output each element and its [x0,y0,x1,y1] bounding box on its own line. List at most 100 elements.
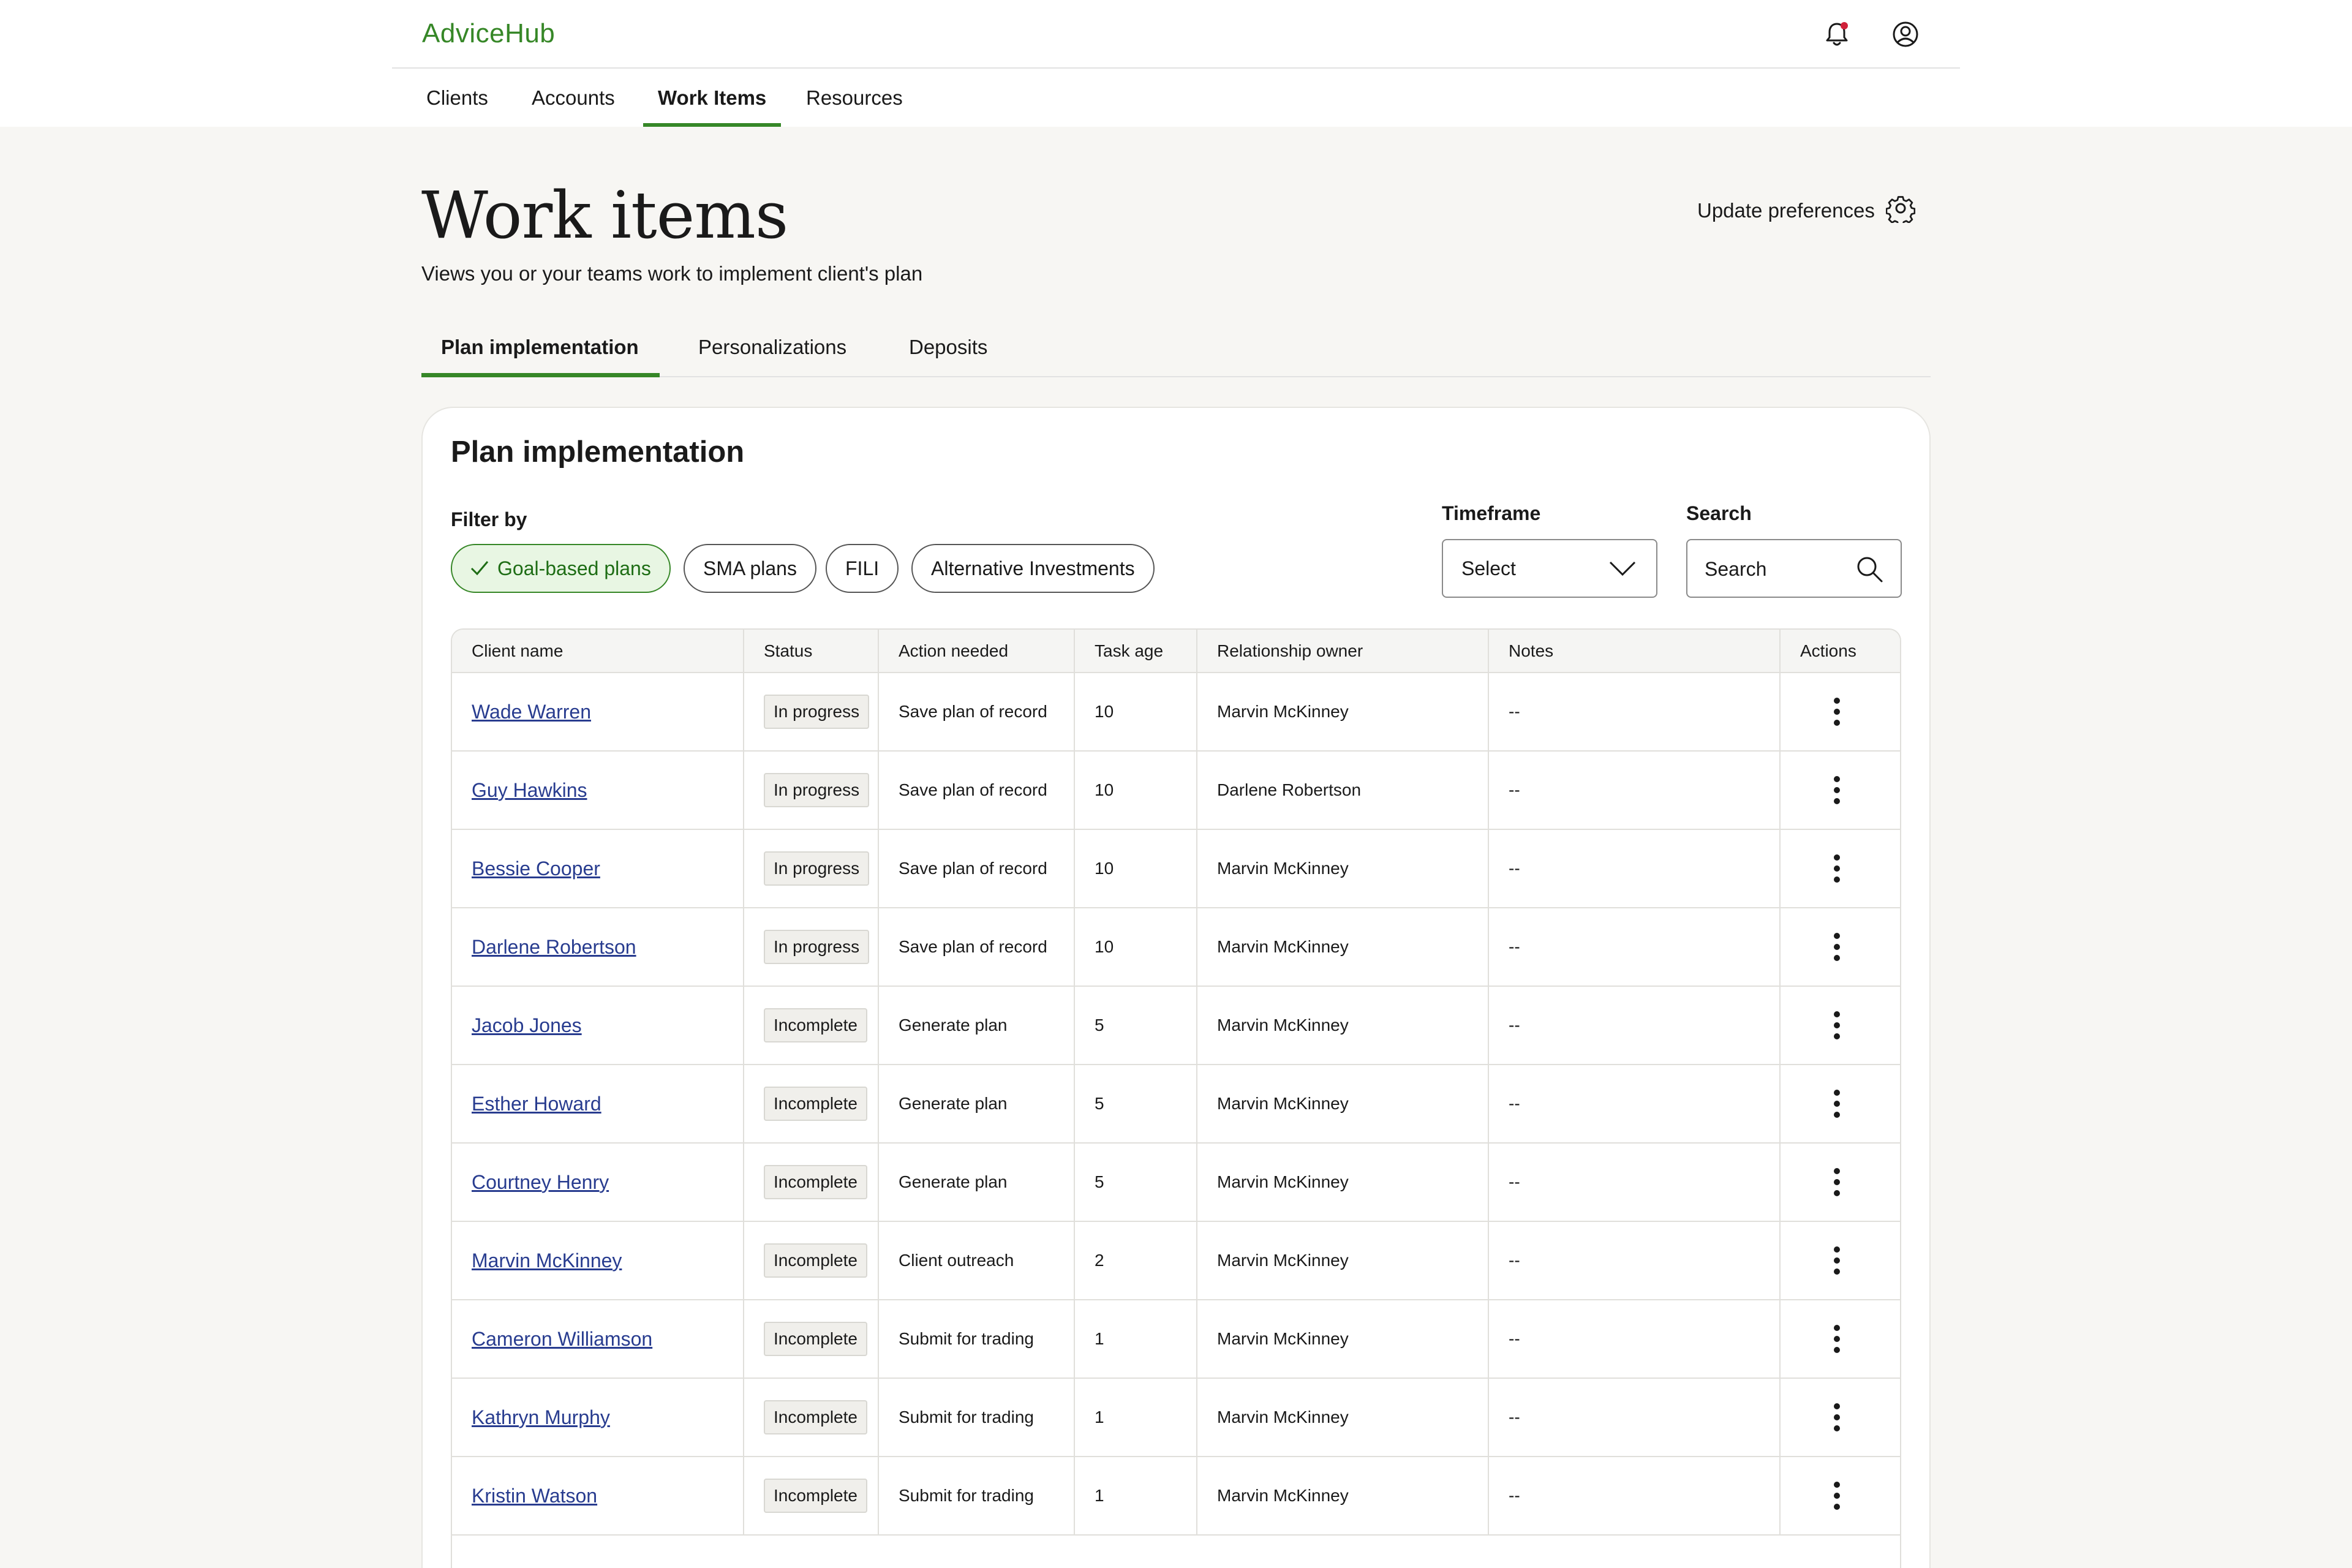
client-name-link[interactable]: Esther Howard [472,1093,601,1115]
checkmark-icon [469,548,490,576]
cell-notes: -- [1488,986,1781,1065]
table-row: Esther Howard Incomplete Generate plan 5 Mar… [452,1065,1900,1144]
client-name-link[interactable]: Jacob Jones [472,1014,582,1036]
cell-action-needed: Submit for trading [878,1378,1075,1457]
client-name-link[interactable]: Kathryn Murphy [472,1406,610,1428]
cell-task-age: 5 [1074,1143,1197,1222]
cell-notes: -- [1488,1143,1781,1222]
cell-status: Incomplete [744,1300,879,1379]
cell-task-age: 10 [1074,829,1197,908]
status-badge: Incomplete [764,1243,867,1278]
tab-personalizations[interactable]: Personalizations [698,325,846,376]
column-header-status[interactable]: Status [744,630,879,673]
tab-plan-implementation[interactable]: Plan implementation [421,325,660,377]
cell-notes: -- [1488,1221,1781,1300]
cell-actions [1780,829,1900,908]
sub-tabs: Plan implementation Personalizations Dep… [421,325,1931,377]
status-badge: Incomplete [764,1400,867,1434]
user-circle-icon[interactable] [1891,20,1920,48]
client-name-link[interactable]: Courtney Henry [472,1171,609,1193]
cell-actions [1780,751,1900,830]
search-icon[interactable] [1855,555,1883,583]
page-title: Work items [421,178,788,253]
chip-alternative-investments[interactable]: Alternative Investments [911,544,1155,593]
column-header-action-needed[interactable]: Action needed [878,630,1075,673]
bell-icon[interactable] [1823,20,1851,48]
chip-goal-based-plans[interactable]: Goal-based plans [451,544,671,593]
nav-accounts[interactable]: Accounts [532,69,615,127]
table-row: Jacob Jones Incomplete Generate plan 5 Marvi… [452,986,1900,1065]
search-label: Search [1686,502,1752,524]
cell-client-name: Darlene Robertson [452,908,744,987]
more-options-icon[interactable] [1825,851,1849,886]
client-name-link[interactable]: Kristin Watson [472,1485,597,1507]
work-items-table: Client name Status Action needed Task ag… [451,628,1901,1568]
more-options-icon[interactable] [1825,695,1849,729]
nav-clients[interactable]: Clients [426,69,488,127]
cell-action-needed: Save plan of record [878,829,1075,908]
cell-notes: -- [1488,1065,1781,1144]
client-name-link[interactable]: Wade Warren [472,701,591,723]
status-badge: In progress [764,695,870,729]
column-header-client-name[interactable]: Client name [452,630,744,673]
status-badge: Incomplete [764,1165,867,1199]
more-options-icon[interactable] [1825,930,1849,964]
cell-actions [1780,1457,1900,1536]
update-preferences-button[interactable]: Update preferences [1697,195,1916,227]
cell-client-name: Courtney Henry [452,1143,744,1222]
status-badge: Incomplete [764,1008,867,1042]
column-header-notes[interactable]: Notes [1488,630,1781,673]
column-header-relationship-owner[interactable]: Relationship owner [1197,630,1489,673]
cell-action-needed: Save plan of record [878,908,1075,987]
more-options-icon[interactable] [1825,1479,1849,1513]
cell-notes: -- [1488,829,1781,908]
cell-client-name: Kristin Watson [452,1457,744,1536]
brand-logo[interactable]: AdviceHub [422,18,555,49]
cell-action-needed: Generate plan [878,986,1075,1065]
card-title: Plan implementation [451,435,745,469]
cell-relationship-owner: Marvin McKinney [1197,986,1489,1065]
more-options-icon[interactable] [1825,1165,1849,1199]
timeframe-select[interactable]: Select [1442,539,1657,598]
status-badge: In progress [764,930,870,964]
tab-deposits[interactable]: Deposits [909,325,987,376]
chip-sma-plans[interactable]: SMA plans [684,544,816,593]
top-header-inner: AdviceHub Clients Accounts Work Items Re… [392,0,1960,127]
client-name-link[interactable]: Cameron Williamson [472,1328,652,1350]
cell-relationship-owner: Marvin McKinney [1197,1300,1489,1379]
column-header-task-age[interactable]: Task age [1074,630,1197,673]
more-options-icon[interactable] [1825,1008,1849,1042]
cell-client-name: Marvin McKinney [452,1221,744,1300]
client-name-link[interactable]: Darlene Robertson [472,936,636,958]
cell-actions [1780,1378,1900,1457]
more-options-icon[interactable] [1825,1087,1849,1121]
chip-fili[interactable]: FILI [826,544,899,593]
client-name-link[interactable]: Guy Hawkins [472,779,587,801]
cell-client-name: Kathryn Murphy [452,1378,744,1457]
cell-relationship-owner: Marvin McKinney [1197,1457,1489,1536]
more-options-icon[interactable] [1825,1400,1849,1434]
more-options-icon[interactable] [1825,773,1849,807]
cell-status: Incomplete [744,986,879,1065]
cell-relationship-owner: Marvin McKinney [1197,829,1489,908]
update-preferences-label: Update preferences [1697,199,1875,222]
search-input[interactable] [1705,552,1852,586]
timeframe-label: Timeframe [1442,502,1541,524]
nav-resources[interactable]: Resources [806,69,903,127]
cell-action-needed: Generate plan [878,1143,1075,1222]
client-name-link[interactable]: Bessie Cooper [472,858,600,880]
status-badge: In progress [764,773,870,807]
cell-task-age: 5 [1074,1065,1197,1144]
cell-relationship-owner: Marvin McKinney [1197,908,1489,987]
status-badge: Incomplete [764,1087,867,1121]
cell-action-needed: Save plan of record [878,673,1075,752]
client-name-link[interactable]: Marvin McKinney [472,1250,622,1272]
table-row: Wade Warren In progress Save plan of recor… [452,673,1900,752]
cell-client-name: Wade Warren [452,673,744,752]
nav-work-items[interactable]: Work Items [643,69,782,127]
more-options-icon[interactable] [1825,1243,1849,1278]
table-body: Wade Warren In progress Save plan of recor… [452,673,1900,1536]
table-row: Kristin Watson Incomplete Submit for tradi… [452,1457,1900,1536]
more-options-icon[interactable] [1825,1322,1849,1356]
cell-client-name: Esther Howard [452,1065,744,1144]
